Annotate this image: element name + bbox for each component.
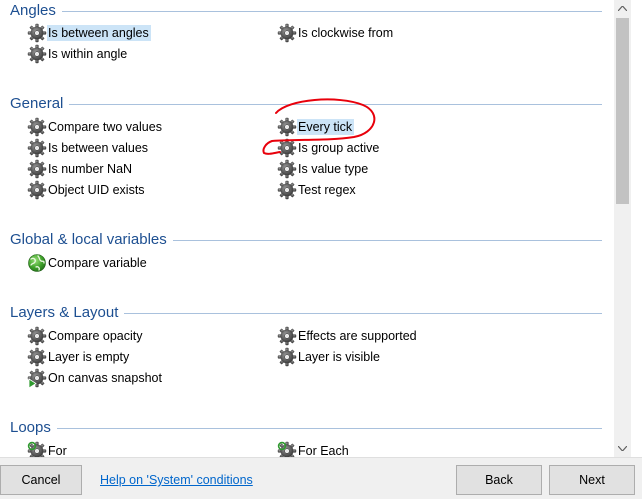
section-title: Layers & Layout [10,303,119,321]
next-button[interactable]: Next [549,465,635,495]
gear-icon [277,180,297,200]
condition-label: Layer is empty [48,350,130,364]
condition-label: Is number NaN [48,162,133,176]
condition-label: Test regex [298,183,356,197]
condition-item-object-uid-exists[interactable]: Object UID exists [27,180,149,200]
scroll-down-arrow[interactable] [614,440,631,457]
section-divider [61,11,602,12]
section-divider [56,428,602,429]
section-title: Global & local variables [10,230,167,248]
condition-item-is-within-angle[interactable]: Is within angle [27,44,131,64]
condition-item-is-clockwise-from[interactable]: Is clockwise from [277,23,397,43]
condition-label: Is clockwise from [298,26,394,40]
gear-icon [277,347,297,367]
condition-label: Every tick [297,119,355,135]
condition-item-compare-variable[interactable]: Compare variable [27,253,151,273]
cancel-button[interactable]: Cancel [0,465,82,495]
scroll-thumb[interactable] [616,18,629,204]
gear-icon [277,159,297,179]
condition-item-compare-opacity[interactable]: Compare opacity [27,326,147,346]
scroll-up-arrow[interactable] [614,0,631,17]
section-divider [172,240,602,241]
condition-item-every-tick[interactable]: Every tick [277,117,356,137]
section-header: Global & local variables [10,229,602,249]
condition-item-is-group-active[interactable]: Is group active [277,138,383,158]
section-angles: Angles Is between angles Is clockwise fr… [0,0,614,90]
gear-icon [277,23,297,43]
condition-item-for-each[interactable]: For Each [277,441,353,457]
condition-item-layer-is-empty[interactable]: Layer is empty [27,347,133,367]
condition-item-is-between-values[interactable]: Is between values [27,138,152,158]
section-header: General [10,93,602,113]
gear-icon [27,23,47,43]
gear-icon [27,138,47,158]
condition-label: Is between values [48,141,149,155]
condition-label: For Each [298,444,349,457]
gear-loop-icon [27,441,47,457]
section-divider [69,104,602,105]
condition-label: Object UID exists [48,183,145,197]
gear-icon [277,326,297,346]
condition-item-effects-are-supported[interactable]: Effects are supported [277,326,421,346]
chevron-up-icon [618,6,627,11]
section-global-local-variables: Global & local variables Compare variabl… [0,229,614,279]
condition-label: Is group active [298,141,380,155]
gear-icon [27,44,47,64]
section-title: General [10,94,64,112]
section-layers-layout: Layers & Layout Compare opacity Effects … [0,302,614,397]
gear-icon [277,117,297,137]
section-header: Loops [10,417,602,437]
dialog-footer: Cancel Help on 'System' conditions Back … [0,457,642,499]
condition-item-is-value-type[interactable]: Is value type [277,159,372,179]
condition-label: For [48,444,67,457]
gear-icon [27,117,47,137]
condition-label: Is within angle [48,47,128,61]
vertical-scrollbar[interactable] [614,0,631,457]
condition-item-test-regex[interactable]: Test regex [277,180,360,200]
globe-icon [27,253,47,273]
condition-label: Is value type [298,162,369,176]
chevron-down-icon [618,446,627,451]
condition-item-compare-two-values[interactable]: Compare two values [27,117,166,137]
gear-icon [27,180,47,200]
gear-icon [277,138,297,158]
section-header: Layers & Layout [10,302,602,322]
gear-loop-icon [277,441,297,457]
condition-label: Compare opacity [48,329,143,343]
section-title: Angles [10,1,56,19]
condition-item-on-canvas-snapshot[interactable]: On canvas snapshot [27,368,166,389]
condition-label: Compare two values [48,120,162,134]
help-link[interactable]: Help on 'System' conditions [100,473,253,487]
section-loops: Loops For For Each [0,417,614,457]
back-button[interactable]: Back [456,465,542,495]
condition-item-is-number-nan[interactable]: Is number NaN [27,159,136,179]
section-title: Loops [10,418,51,436]
condition-label: Layer is visible [298,350,380,364]
conditions-list[interactable]: Angles Is between angles Is clockwise fr… [0,0,614,457]
section-header: Angles [10,0,602,20]
condition-item-layer-is-visible[interactable]: Layer is visible [277,347,384,367]
condition-label: Compare variable [48,256,147,270]
condition-label: Effects are supported [298,329,417,343]
condition-item-is-between-angles[interactable]: Is between angles [27,23,153,43]
section-divider [124,313,602,314]
gear-icon [27,159,47,179]
gear-icon [27,326,47,346]
condition-label: Is between angles [47,25,151,41]
section-general: General Compare two values Every tick Is… [0,93,614,213]
gear-trigger-icon [27,368,47,389]
gear-icon [27,347,47,367]
condition-item-for[interactable]: For [27,441,71,457]
condition-label: On canvas snapshot [48,371,162,385]
